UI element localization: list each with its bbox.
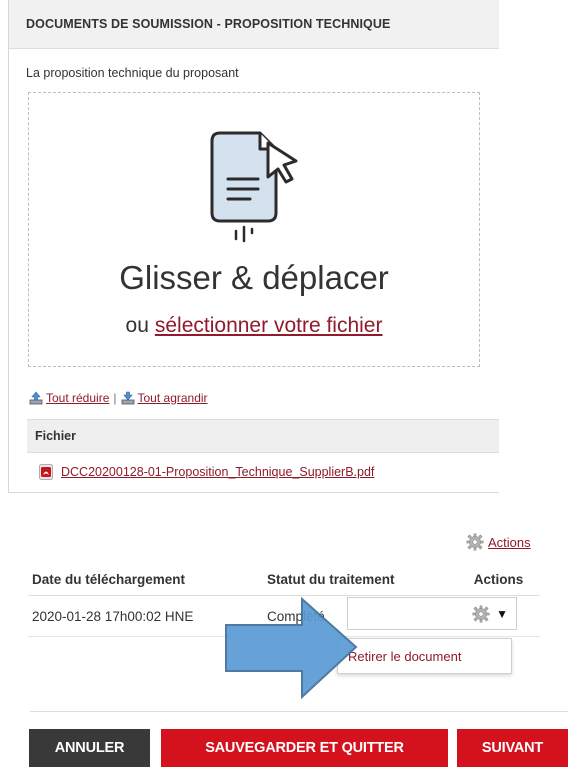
file-table: Fichier DCC20200128-01-Proposition_Techn… <box>27 419 499 491</box>
dropzone-or-text: ou <box>125 314 149 337</box>
actions-link[interactable]: Actions <box>488 535 531 550</box>
pdf-icon <box>39 464 53 480</box>
collapse-all-link[interactable]: Tout réduire <box>46 391 109 405</box>
save-and-quit-button[interactable]: SAUVEGARDER ET QUITTER <box>161 729 448 767</box>
column-actions: Actions <box>473 571 524 587</box>
file-column-header: Fichier <box>27 419 499 453</box>
column-upload-date: Date du téléchargement <box>32 571 186 587</box>
column-processing-status: Statut du traitement <box>267 571 395 587</box>
collapse-all-icon <box>29 391 43 405</box>
caret-down-icon: ▼ <box>496 606 508 621</box>
remove-document-menu-item[interactable]: Retirer le document <box>337 638 512 674</box>
divider <box>30 711 568 712</box>
dropzone-main-text: Glisser & déplacer <box>119 259 389 296</box>
status-table-header: Date du téléchargement Statut du traitem… <box>28 563 540 596</box>
file-dropzone[interactable]: Glisser & déplacer ou sélectionner votre … <box>28 92 480 367</box>
separator: | <box>113 391 117 405</box>
expand-all-link[interactable]: Tout agrandir <box>138 391 208 405</box>
dropzone-sub-text: ou sélectionner votre fichier <box>29 314 479 338</box>
expand-all-icon <box>121 391 134 405</box>
next-button[interactable]: SUIVANT <box>457 729 568 767</box>
technical-proposal-panel: DOCUMENTS DE SOUMISSION - PROPOSITION TE… <box>8 0 499 493</box>
panel-title: DOCUMENTS DE SOUMISSION - PROPOSITION TE… <box>9 0 499 49</box>
cancel-button[interactable]: ANNULER <box>29 729 150 767</box>
document-upload-icon <box>210 131 298 243</box>
gear-icon <box>472 605 490 622</box>
file-link[interactable]: DCC20200128-01-Proposition_Technique_Sup… <box>61 465 374 479</box>
actions-menu-link[interactable]: Actions <box>466 533 531 551</box>
file-row: DCC20200128-01-Proposition_Technique_Sup… <box>27 453 499 491</box>
select-file-link[interactable]: sélectionner votre fichier <box>155 314 383 337</box>
collapse-expand-controls: Tout réduire | Tout agrandir <box>29 391 208 405</box>
pointer-arrow-icon <box>225 596 358 700</box>
gear-icon <box>466 533 484 551</box>
panel-subtitle: La proposition technique du proposant <box>26 66 239 80</box>
row-actions-dropdown[interactable]: ▼ <box>347 597 517 630</box>
